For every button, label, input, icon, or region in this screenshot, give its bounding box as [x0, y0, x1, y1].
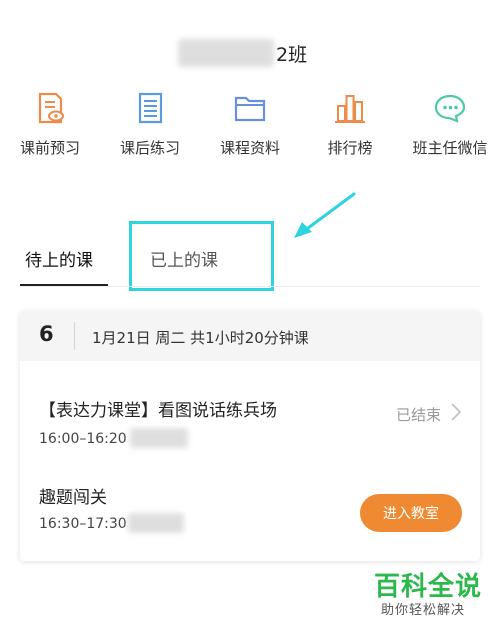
- nav-item-exercise[interactable]: 课后练习: [100, 88, 200, 158]
- tab-divider: [20, 286, 480, 287]
- blurred-class-name: [178, 39, 274, 67]
- nav-item-ranking[interactable]: 排行榜: [300, 88, 400, 158]
- exercise-list-icon: [138, 92, 163, 124]
- chevron-right-icon[interactable]: [450, 402, 462, 422]
- ranking-bars-icon: [335, 95, 365, 123]
- annotation-arrow-icon: [294, 192, 356, 238]
- wechat-icon: [434, 94, 466, 123]
- nav-item-wechat[interactable]: 班主任微信: [400, 88, 500, 158]
- active-tab-underline: [20, 284, 108, 286]
- lesson-title[interactable]: 【表达力课堂】看图说话练兵场: [39, 396, 277, 421]
- blurred-teacher: [130, 428, 188, 448]
- nav-item-materials[interactable]: 课程资料: [200, 88, 300, 158]
- watermark-slogan: 助你轻松解决: [381, 603, 466, 618]
- course-day-number: 6: [39, 322, 54, 346]
- folder-icon: [234, 96, 266, 122]
- lesson-time: 16:00–16:20: [39, 431, 127, 447]
- tab-highlight-box: [129, 221, 274, 291]
- class-suffix: 2班: [276, 43, 308, 66]
- nav-item-preview[interactable]: 课前预习: [0, 88, 100, 158]
- preview-doc-icon: [38, 92, 64, 124]
- watermark-brand: 百科全说: [374, 572, 483, 602]
- enter-classroom-button[interactable]: 进入教室: [360, 494, 462, 532]
- header-separator: [74, 322, 75, 350]
- lesson-time: 16:30–17:30: [39, 516, 127, 532]
- tab-upcoming[interactable]: 待上的课: [25, 246, 93, 271]
- class-title: 2班: [178, 38, 307, 68]
- feature-nav: 课前预习 课后练习 课程资料 排行榜 班主任微信: [0, 88, 500, 168]
- course-date-line: 1月21日 周二 共1小时20分钟课: [92, 329, 309, 347]
- lesson-title[interactable]: 趣题闯关: [39, 483, 107, 508]
- lesson-status[interactable]: 已结束: [396, 404, 441, 425]
- blurred-teacher: [128, 513, 184, 533]
